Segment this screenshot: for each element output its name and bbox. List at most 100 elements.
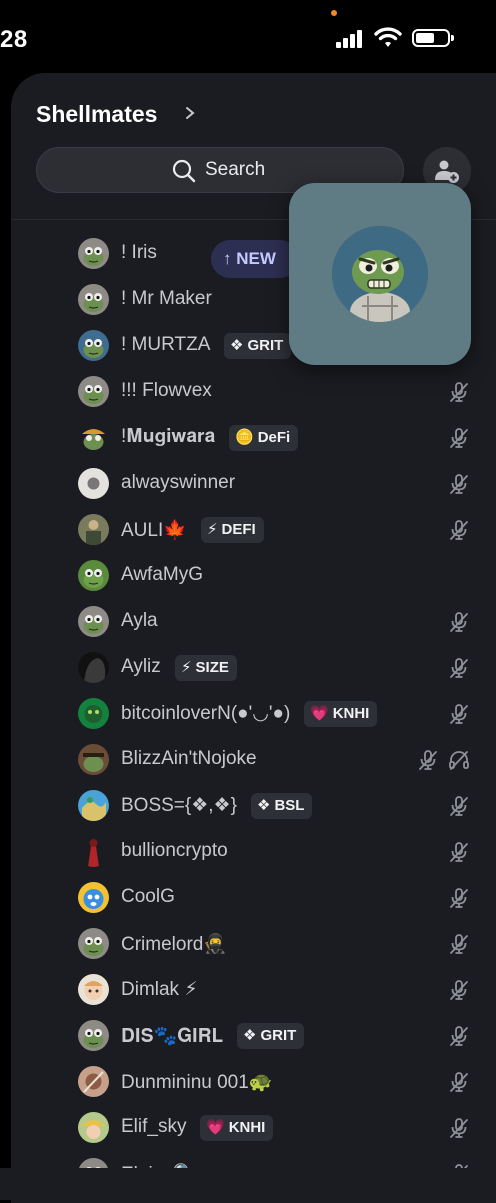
avatar: [78, 422, 109, 453]
member-row[interactable]: Crimelord🥷: [11, 921, 496, 967]
avatar: [78, 652, 109, 683]
avatar: [78, 330, 109, 361]
member-name: alwayswinner: [121, 472, 236, 493]
member-row[interactable]: Ayla: [11, 599, 496, 645]
avatar: [78, 882, 109, 913]
add-user-icon: [435, 160, 459, 183]
mic-muted-icon: [447, 702, 471, 726]
avatar-preview-popup[interactable]: [289, 183, 471, 365]
server-tag-badge: 🪙 DeFi: [229, 425, 299, 451]
member-row[interactable]: Ayliz ⚡ SIZE: [11, 645, 496, 691]
avatar: [78, 468, 109, 499]
server-tag-badge: ❖ BSL: [251, 793, 313, 819]
member-name: BOSS={❖,❖}: [121, 795, 237, 816]
battery-icon: [412, 29, 454, 47]
server-tag-badge: ❖ GRIT: [224, 333, 292, 359]
avatar: [78, 790, 109, 821]
member-name: CoolG: [121, 886, 175, 907]
new-messages-pill[interactable]: ↑ NEW: [211, 240, 299, 278]
member-name: ! Iris: [121, 242, 157, 263]
tag-label: BSL: [274, 797, 305, 814]
server-tag-badge: 💗 KNHI: [304, 701, 378, 727]
member-name: Dimlak ⚡: [121, 979, 198, 1000]
member-row[interactable]: CoolG: [11, 875, 496, 921]
member-row[interactable]: bullioncrypto: [11, 829, 496, 875]
mic-muted-icon: [447, 426, 471, 450]
mic-muted-icon: [447, 886, 471, 910]
member-name: Dunmininu 001🐢: [121, 1072, 273, 1093]
member-name: ! MURTZA: [121, 334, 211, 355]
tag-icon: ❖: [230, 337, 244, 354]
tag-icon: ⚡: [207, 521, 218, 538]
mic-muted-icon: [447, 794, 471, 818]
tag-icon: 💗: [310, 705, 329, 722]
tag-label: SIZE: [195, 659, 229, 676]
avatar: [78, 744, 109, 775]
member-name: ! Mr Maker: [121, 288, 212, 309]
avatar: [78, 974, 109, 1005]
server-tag-badge: ⚡ SIZE: [175, 655, 237, 681]
tag-label: GRIT: [247, 337, 284, 354]
avatar: [78, 1112, 109, 1143]
member-name: AwfaMyG: [121, 564, 204, 585]
tag-icon: 🪙: [235, 429, 254, 446]
mic-muted-icon: [447, 1116, 471, 1140]
member-name: 𝐃𝐈𝐒🐾𝐆𝐈𝐑𝐋: [121, 1026, 224, 1047]
mic-muted-icon: [447, 932, 471, 956]
search-icon: [172, 159, 196, 183]
tag-label: GRIT: [260, 1027, 297, 1044]
tag-label: DEFI: [221, 521, 256, 538]
tag-icon: 💗: [206, 1119, 225, 1136]
chevron-right-icon[interactable]: [184, 106, 196, 120]
member-name: bullioncrypto: [121, 840, 228, 861]
member-row[interactable]: Dunmininu 001🐢: [11, 1059, 496, 1105]
tag-label: KNHI: [332, 705, 370, 722]
member-row[interactable]: AwfaMyG: [11, 553, 496, 599]
server-tag-badge: 💗 KNHI: [200, 1115, 274, 1141]
avatar: [78, 836, 109, 867]
avatar: [78, 1066, 109, 1097]
member-row[interactable]: !!! Flowvex: [11, 369, 496, 415]
avatar: [78, 606, 109, 637]
avatar: [78, 560, 109, 591]
server-tag-badge: ❖ GRIT: [237, 1023, 305, 1049]
member-name: !!! Flowvex: [121, 380, 212, 401]
mic-muted-icon: [447, 1024, 471, 1048]
member-row[interactable]: bitcoinloverN(●'◡'●) 💗 KNHI: [11, 691, 496, 737]
server-tag-badge: ⚡ DEFI: [201, 517, 264, 543]
status-bar: 28: [0, 0, 496, 72]
member-row[interactable]: AULI🍁 ⚡ DEFI: [11, 507, 496, 553]
headset-deafened-icon: [447, 748, 471, 772]
server-title[interactable]: Shellmates: [36, 101, 157, 128]
mic-muted-icon: [447, 840, 471, 864]
member-row[interactable]: Dimlak ⚡: [11, 967, 496, 1013]
mic-muted-icon: [416, 748, 440, 772]
member-row[interactable]: BlizzAin'tNojoke: [11, 737, 496, 783]
bottom-tab-bar: [0, 1168, 496, 1200]
mic-muted-icon: [447, 1070, 471, 1094]
avatar: [78, 238, 109, 269]
tag-label: KNHI: [228, 1119, 266, 1136]
member-row[interactable]: BOSS={❖,❖} ❖ BSL: [11, 783, 496, 829]
member-name: !𝐌𝐮𝐠𝐢𝐰𝐚𝐫𝐚: [121, 426, 216, 447]
turtle-avatar-icon: [332, 226, 428, 322]
avatar: [78, 514, 109, 545]
status-time: 28: [0, 26, 28, 53]
recording-indicator-icon: [331, 10, 337, 16]
member-row[interactable]: !𝐌𝐮𝐠𝐢𝐰𝐚𝐫𝐚 🪙 DeFi: [11, 415, 496, 461]
member-name: AULI🍁: [121, 520, 187, 541]
member-row[interactable]: Elif_sky 💗 KNHI: [11, 1105, 496, 1151]
member-name: Ayliz: [121, 656, 161, 677]
tag-icon: ⚡: [181, 659, 192, 676]
member-name: bitcoinloverN(●'◡'●): [121, 703, 291, 724]
avatar: [78, 284, 109, 315]
mic-muted-icon: [447, 656, 471, 680]
mic-muted-icon: [447, 518, 471, 542]
mic-muted-icon: [447, 978, 471, 1002]
member-row[interactable]: 𝐃𝐈𝐒🐾𝐆𝐈𝐑𝐋 ❖ GRIT: [11, 1013, 496, 1059]
member-row[interactable]: alwayswinner: [11, 461, 496, 507]
wifi-icon: [374, 27, 402, 47]
member-name: Ayla: [121, 610, 158, 631]
member-name: Elif_sky: [121, 1116, 187, 1137]
cellular-signal-icon: [336, 30, 364, 48]
